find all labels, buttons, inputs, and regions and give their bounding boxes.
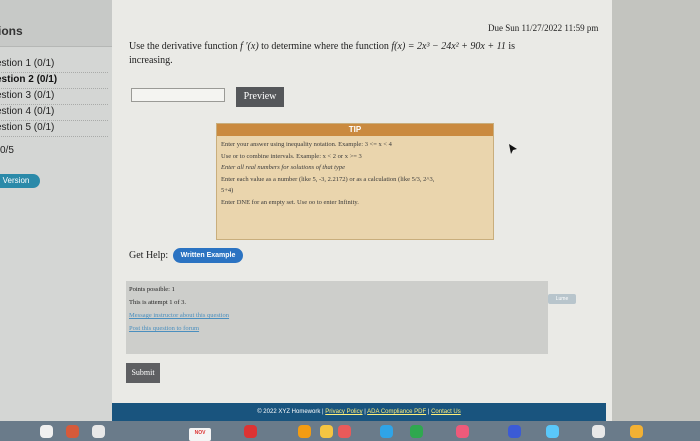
app-icon[interactable] bbox=[410, 425, 423, 438]
answer-input[interactable] bbox=[131, 88, 225, 102]
footer: © 2022 XYZ Homework | Privacy Policy | A… bbox=[112, 403, 606, 421]
written-example-button[interactable]: Written Example bbox=[173, 248, 243, 263]
tip-line: Enter all real numbers for solutions of … bbox=[221, 164, 345, 171]
app-icon[interactable] bbox=[92, 425, 105, 438]
question-sidebar: ions estion 1 (0/1) estion 2 (0/1) estio… bbox=[0, 0, 112, 441]
function-expression: f(x) = 2x³ − 24x² + 90x + 11 bbox=[391, 41, 506, 52]
tip-title: TIP bbox=[217, 124, 493, 136]
app-icon[interactable] bbox=[66, 425, 79, 438]
app-icon[interactable] bbox=[380, 425, 393, 438]
sidebar-item-question-3[interactable]: estion 3 (0/1) bbox=[0, 88, 108, 105]
version-button[interactable]: Version bbox=[0, 174, 40, 188]
question-text: Use the derivative function f ′(x) to de… bbox=[129, 40, 559, 68]
sidebar-item-question-1[interactable]: estion 1 (0/1) bbox=[0, 56, 108, 73]
app-icon[interactable] bbox=[320, 425, 333, 438]
attempt-count: This is attempt 1 of 3. bbox=[129, 299, 187, 306]
preview-button[interactable]: Preview bbox=[236, 87, 284, 107]
app-icon[interactable] bbox=[630, 425, 643, 438]
mouse-cursor-icon bbox=[509, 144, 517, 154]
app-icon[interactable] bbox=[298, 425, 311, 438]
taskbar bbox=[0, 421, 700, 441]
tip-line: Enter DNE for an empty set. Use oo to en… bbox=[221, 198, 359, 206]
get-help-label: Get Help: bbox=[129, 250, 169, 261]
tip-line: Use or to combine intervals. Example: x … bbox=[221, 152, 362, 160]
sidebar-title: ions bbox=[0, 24, 23, 38]
question-prefix: Use the derivative function bbox=[129, 41, 241, 52]
question-info-panel: Points possible: 1 This is attempt 1 of … bbox=[126, 281, 548, 354]
app-icon[interactable] bbox=[546, 425, 559, 438]
contact-us-link[interactable]: Contact Us bbox=[431, 409, 461, 415]
ada-compliance-link[interactable]: ADA Compliance PDF bbox=[367, 409, 426, 415]
submit-button[interactable]: Submit bbox=[126, 363, 160, 383]
sidebar-header: ions bbox=[0, 0, 112, 47]
points-possible: Points possible: 1 bbox=[129, 286, 175, 293]
tip-line: 5+4) bbox=[221, 187, 234, 194]
derivative-expression: f ′(x) bbox=[240, 41, 259, 52]
score-total: 0/5 bbox=[0, 145, 14, 156]
app-icon[interactable] bbox=[508, 425, 521, 438]
app-icon[interactable] bbox=[338, 425, 351, 438]
tip-box: TIP Enter your answer using inequality n… bbox=[216, 123, 494, 240]
app-icon[interactable] bbox=[592, 425, 605, 438]
due-date: Due Sun 11/27/2022 11:59 pm bbox=[488, 23, 599, 33]
scroll-badge[interactable]: Lume bbox=[548, 294, 576, 304]
sidebar-item-question-2[interactable]: estion 2 (0/1) bbox=[0, 72, 108, 89]
calendar-icon[interactable]: NOV bbox=[189, 428, 211, 441]
sidebar-item-question-5[interactable]: estion 5 (0/1) bbox=[0, 120, 108, 137]
right-background bbox=[612, 0, 700, 441]
post-to-forum-link[interactable]: Post this question to forum bbox=[129, 325, 199, 332]
question-middle: to determine where the function bbox=[258, 41, 392, 52]
finder-icon[interactable] bbox=[40, 425, 53, 438]
tip-line: Enter each value as a number (like 5, -3… bbox=[221, 175, 435, 183]
footer-copyright: © 2022 XYZ Homework | bbox=[257, 409, 326, 415]
tip-line: Enter your answer using inequality notat… bbox=[221, 141, 392, 148]
app-icon[interactable] bbox=[456, 425, 469, 438]
sidebar-item-question-4[interactable]: estion 4 (0/1) bbox=[0, 104, 108, 121]
privacy-policy-link[interactable]: Privacy Policy bbox=[325, 409, 362, 415]
app-icon[interactable] bbox=[244, 425, 257, 438]
message-instructor-link[interactable]: Message instructor about this question bbox=[129, 312, 229, 319]
